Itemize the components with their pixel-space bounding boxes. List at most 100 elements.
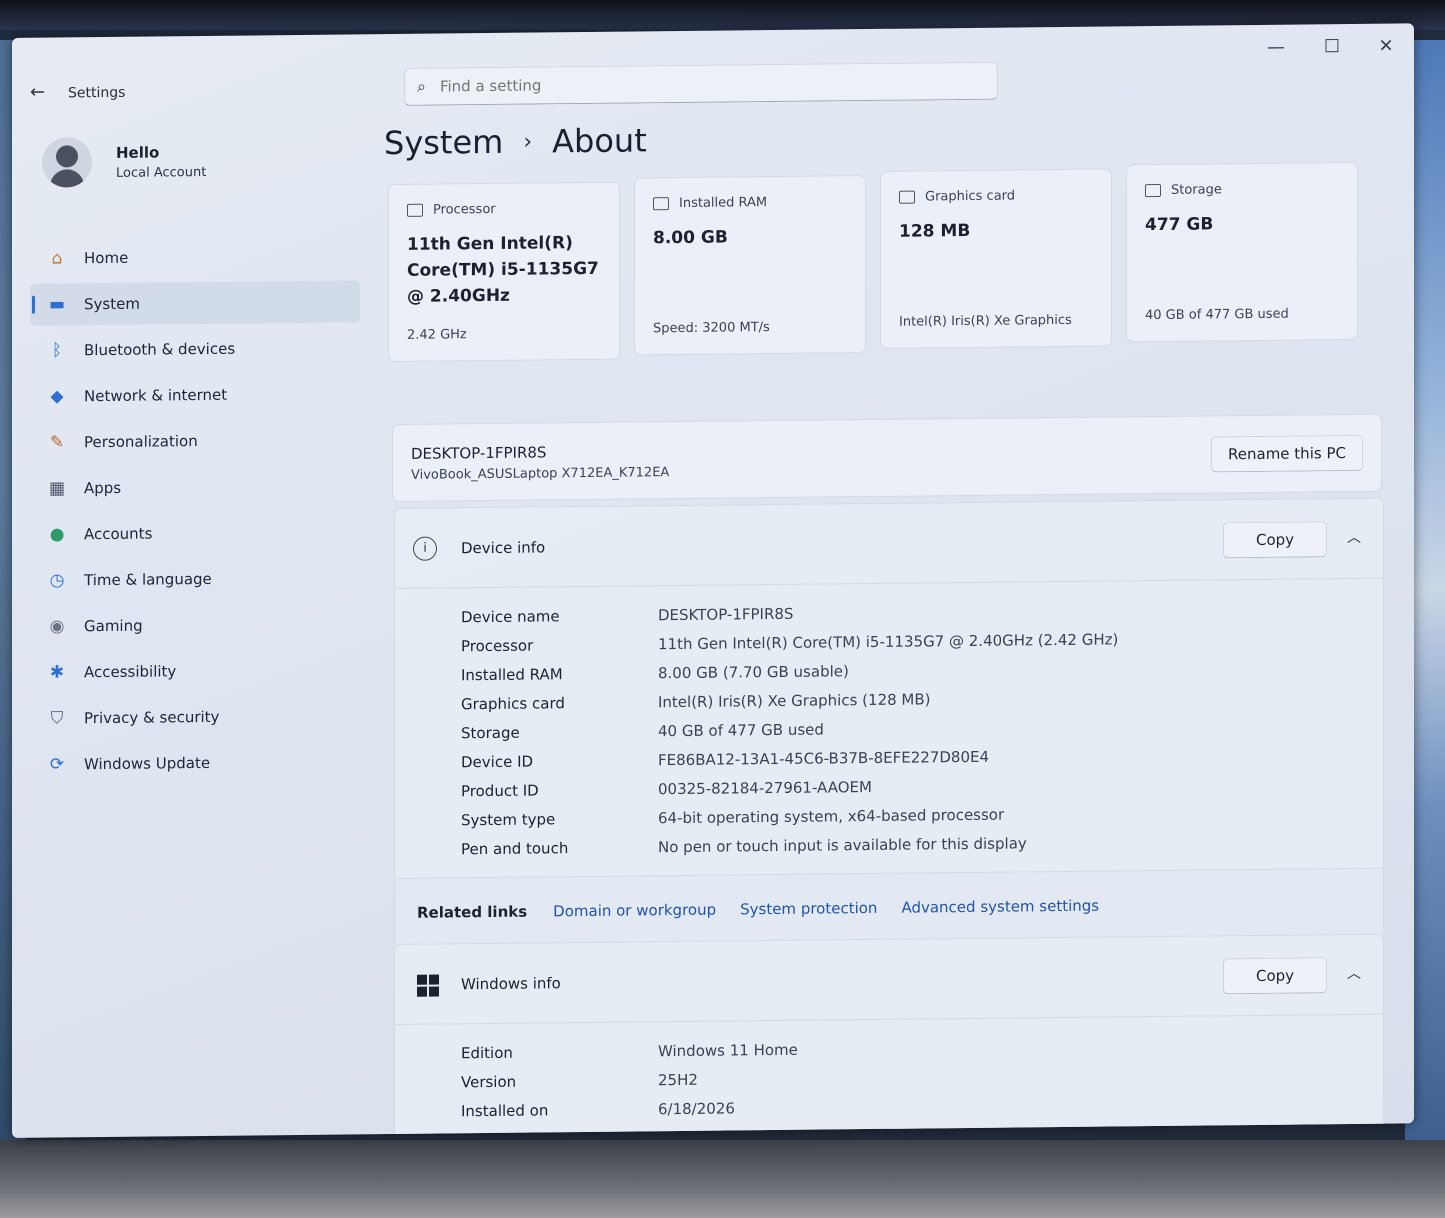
settings-window: — ☐ ✕ ← Settings ⌕ Hello Local Account ⌂… bbox=[12, 23, 1414, 1139]
maximize-button[interactable]: ☐ bbox=[1312, 32, 1352, 62]
info-key: Installed RAM bbox=[461, 664, 563, 684]
windows-info-header[interactable]: Windows info Copy ︿ bbox=[395, 934, 1383, 1025]
sidebar-item-accounts[interactable]: ● Accounts bbox=[30, 510, 360, 555]
info-icon: i bbox=[413, 536, 437, 561]
sidebar-item-label: Time & language bbox=[84, 569, 212, 590]
sidebar-item-label: Accessibility bbox=[84, 662, 177, 682]
minimize-button[interactable]: — bbox=[1256, 33, 1296, 63]
sidebar-item-privacy-security[interactable]: ⛉ Privacy & security bbox=[30, 694, 360, 739]
card-subtext: Intel(R) Iris(R) Xe Graphics bbox=[899, 312, 1072, 330]
sidebar-item-apps[interactable]: ▦ Apps bbox=[30, 464, 360, 509]
sidebar-item-accessibility[interactable]: ✱ Accessibility bbox=[30, 648, 360, 693]
gpu-icon bbox=[899, 190, 915, 204]
apps-icon: ▦ bbox=[48, 478, 66, 499]
info-value[interactable]: 40 GB of 477 GB used bbox=[658, 720, 824, 740]
info-key: Processor bbox=[461, 636, 534, 655]
profile-name: Hello bbox=[116, 142, 160, 162]
search-box[interactable]: ⌕ bbox=[404, 61, 998, 106]
home-icon: ⌂ bbox=[51, 248, 63, 269]
sidebar-item-home[interactable]: ⌂ Home bbox=[30, 234, 360, 279]
info-key: System type bbox=[461, 809, 556, 829]
sidebar-item-bluetooth-devices[interactable]: ᛒ Bluetooth & devices bbox=[30, 326, 360, 371]
user-profile[interactable]: Hello Local Account bbox=[42, 136, 206, 188]
card-title: Installed RAM bbox=[679, 195, 768, 212]
info-value[interactable]: 00325-82184-27961-AAOEM bbox=[658, 777, 872, 797]
chevron-up-icon[interactable]: ︿ bbox=[1347, 527, 1361, 547]
drive-icon bbox=[1145, 183, 1161, 198]
sidebar-item-label: Privacy & security bbox=[84, 707, 220, 728]
sync-icon: ⟳ bbox=[49, 754, 65, 775]
app-title: Settings bbox=[68, 84, 126, 102]
sidebar-item-gaming[interactable]: ◉ Gaming bbox=[30, 602, 360, 647]
device-info-copy-button[interactable]: Copy bbox=[1223, 521, 1327, 559]
info-key: Device ID bbox=[461, 752, 534, 771]
sidebar-item-windows-update[interactable]: ⟳ Windows Update bbox=[30, 740, 360, 785]
windows-info-list: Edition Windows 11 Home Version 25H2 Install… bbox=[395, 1015, 1383, 1138]
link-domain-workgroup[interactable]: Domain or workgroup bbox=[553, 900, 716, 920]
breadcrumb-parent[interactable]: System bbox=[384, 123, 503, 162]
device-info-header[interactable]: i Device info Copy ︿ bbox=[395, 498, 1383, 589]
sidebar-item-label: System bbox=[84, 294, 140, 314]
card-value: 8.00 GB bbox=[653, 227, 728, 249]
search-icon: ⌕ bbox=[417, 76, 426, 96]
spec-card-storage: Storage 477 GB 40 GB of 477 GB used bbox=[1126, 161, 1358, 343]
link-system-protection[interactable]: System protection bbox=[740, 898, 877, 917]
pc-name-bar: DESKTOP-1FPIR8S VivoBook_ASUSLaptop X712… bbox=[392, 413, 1382, 503]
sidebar-item-time-language[interactable]: ◷ Time & language bbox=[30, 556, 360, 601]
card-subtext: 40 GB of 477 GB used bbox=[1145, 306, 1289, 324]
controller-icon: ◉ bbox=[49, 616, 65, 637]
card-subtext: 2.42 GHz bbox=[407, 327, 467, 343]
info-value[interactable]: 11th Gen Intel(R) Core(TM) i5-1135G7 @ 2… bbox=[658, 630, 1118, 653]
card-header: Installed RAM bbox=[653, 194, 847, 211]
info-value[interactable]: FE86BA12-13A1-45C6-B37B-8EFE227D80E4 bbox=[658, 747, 989, 768]
rename-pc-button[interactable]: Rename this PC bbox=[1211, 434, 1363, 473]
windows-info-title: Windows info bbox=[461, 974, 561, 994]
person-icon: ● bbox=[49, 524, 65, 545]
info-key: Installed on bbox=[461, 1100, 549, 1120]
search-input[interactable] bbox=[439, 72, 940, 96]
info-value[interactable]: 25H2 bbox=[658, 1070, 698, 1088]
windows-info-copy-button[interactable]: Copy bbox=[1223, 957, 1327, 995]
related-links-label: Related links bbox=[417, 902, 528, 922]
chevron-right-icon: › bbox=[523, 129, 533, 155]
device-info-list: Device name DESKTOP-1FPIR8S Processor 11th … bbox=[395, 579, 1383, 864]
breadcrumb: System › About bbox=[384, 121, 647, 162]
bluetooth-icon: ᛒ bbox=[51, 340, 63, 361]
sidebar-item-label: Bluetooth & devices bbox=[84, 339, 236, 360]
info-value[interactable]: 64-bit operating system, x64-based proce… bbox=[658, 805, 1004, 827]
info-value[interactable]: Intel(R) Iris(R) Xe Graphics (128 MB) bbox=[658, 690, 931, 711]
monitor-icon: ▬ bbox=[48, 294, 66, 315]
info-value[interactable]: Windows 11 Home bbox=[658, 1040, 798, 1059]
back-arrow-icon[interactable]: ← bbox=[30, 82, 45, 103]
sidebar-item-personalization[interactable]: ✎ Personalization bbox=[30, 418, 360, 463]
info-key: Storage bbox=[461, 723, 520, 742]
globe-clock-icon: ◷ bbox=[49, 570, 65, 591]
spec-cards: Processor 11th Gen Intel(R) Core(TM) i5-1… bbox=[388, 161, 1358, 363]
info-value[interactable]: DESKTOP-1FPIR8S bbox=[658, 604, 793, 623]
wifi-icon: ◆ bbox=[50, 386, 64, 407]
link-advanced-system-settings[interactable]: Advanced system settings bbox=[901, 896, 1099, 916]
sidebar-item-network-internet[interactable]: ◆ Network & internet bbox=[30, 372, 360, 417]
card-title: Storage bbox=[1171, 182, 1222, 198]
chevron-up-icon[interactable]: ︿ bbox=[1347, 963, 1361, 983]
sidebar-item-label: Apps bbox=[84, 478, 122, 498]
sidebar-item-system[interactable]: ▬ System bbox=[30, 280, 360, 326]
close-button[interactable]: ✕ bbox=[1366, 31, 1406, 61]
sidebar-item-label: Home bbox=[84, 248, 129, 268]
sidebar-item-label: Network & internet bbox=[84, 385, 228, 406]
info-key: Graphics card bbox=[461, 693, 565, 713]
info-key: Edition bbox=[461, 1043, 513, 1062]
profile-account-type: Local Account bbox=[116, 164, 207, 181]
sidebar-item-label: Personalization bbox=[84, 432, 198, 452]
info-value[interactable]: 8.00 GB (7.70 GB usable) bbox=[658, 662, 849, 682]
windows-logo-icon bbox=[417, 974, 439, 997]
info-key: Version bbox=[461, 1072, 517, 1091]
device-info-section: i Device info Copy ︿ Device name DESKTOP-… bbox=[394, 497, 1384, 947]
device-info-title: Device info bbox=[461, 538, 546, 558]
card-header: Storage bbox=[1145, 181, 1339, 198]
info-key: Pen and touch bbox=[461, 838, 569, 858]
brush-icon: ✎ bbox=[49, 432, 65, 453]
info-value[interactable]: 26200.8655 bbox=[658, 1128, 749, 1138]
info-value[interactable]: 6/18/2026 bbox=[658, 1099, 735, 1118]
info-value[interactable]: No pen or touch input is available for t… bbox=[658, 834, 1027, 856]
